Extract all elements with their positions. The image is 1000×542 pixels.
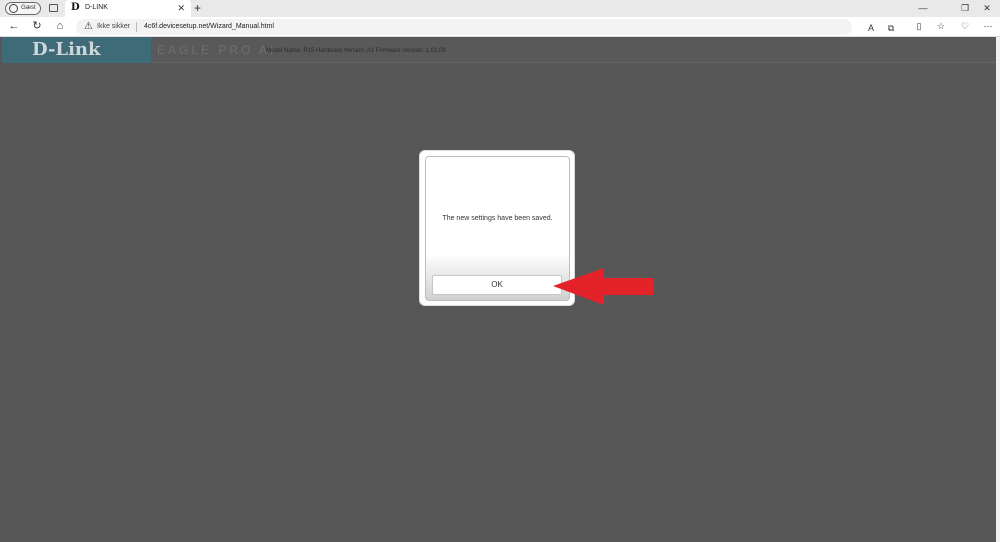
tab-dlink[interactable]: D D-LINK ✕ (65, 0, 191, 17)
save-dialog: The new settings have been saved. OK (419, 150, 575, 306)
model-info: Model Name: R15 Hardware Version: A1 Fir… (266, 48, 446, 54)
favorites-icon[interactable]: ☆ (934, 20, 948, 33)
eagle-pro-brand: EAGLE PRO AI (157, 43, 277, 57)
read-aloud-icon[interactable]: A (864, 22, 878, 35)
dialog-message: The new settings have been saved. (442, 215, 553, 222)
app-available-icon[interactable]: ⧉ (884, 22, 898, 35)
more-icon[interactable]: ⋯ (981, 20, 995, 33)
new-tab-icon[interactable]: + (194, 1, 201, 15)
dialog-panel: The new settings have been saved. OK (425, 156, 570, 301)
tab-close-icon[interactable]: ✕ (177, 2, 185, 14)
red-arrow-icon (553, 268, 654, 305)
close-window-icon[interactable]: ✕ (980, 2, 994, 14)
router-header: D-Link EAGLE PRO AI Model Name: R15 Hard… (2, 37, 996, 63)
dlink-logo: D-Link (32, 39, 101, 60)
home-icon[interactable]: ⌂ (53, 20, 67, 33)
ok-button[interactable]: OK (432, 275, 562, 295)
scrollbar[interactable] (996, 37, 1000, 542)
url-text[interactable]: 4c6f.devicesetup.net/Wizard_Manual.html (144, 22, 274, 32)
split-screen-icon[interactable]: ▯ (912, 20, 926, 33)
address-bar-row: ← ↻ ⌂ ⚠ Ikke sikker 4c6f.devicesetup.net… (0, 17, 1000, 37)
profile-icon (9, 4, 18, 13)
profile-label: Gæst (21, 5, 36, 11)
tab-actions-icon[interactable] (49, 4, 58, 12)
back-icon[interactable]: ← (7, 20, 21, 33)
tab-strip: Gæst D D-LINK ✕ + — ❐ ✕ (0, 0, 1000, 17)
profile-button[interactable]: Gæst (5, 2, 41, 15)
browser-essentials-icon[interactable]: ♡ (958, 20, 972, 33)
refresh-icon[interactable]: ↻ (30, 20, 44, 33)
dlink-logo-box: D-Link (2, 37, 151, 63)
address-bar[interactable]: ⚠ Ikke sikker 4c6f.devicesetup.net/Wizar… (76, 19, 894, 35)
security-label[interactable]: Ikke sikker (97, 22, 130, 32)
tab-title: D-LINK (85, 4, 108, 11)
warning-icon[interactable]: ⚠ (84, 20, 93, 33)
address-separator (136, 22, 137, 32)
minimize-icon[interactable]: — (916, 2, 930, 14)
dlink-favicon: D (71, 2, 80, 13)
restore-icon[interactable]: ❐ (958, 2, 972, 14)
